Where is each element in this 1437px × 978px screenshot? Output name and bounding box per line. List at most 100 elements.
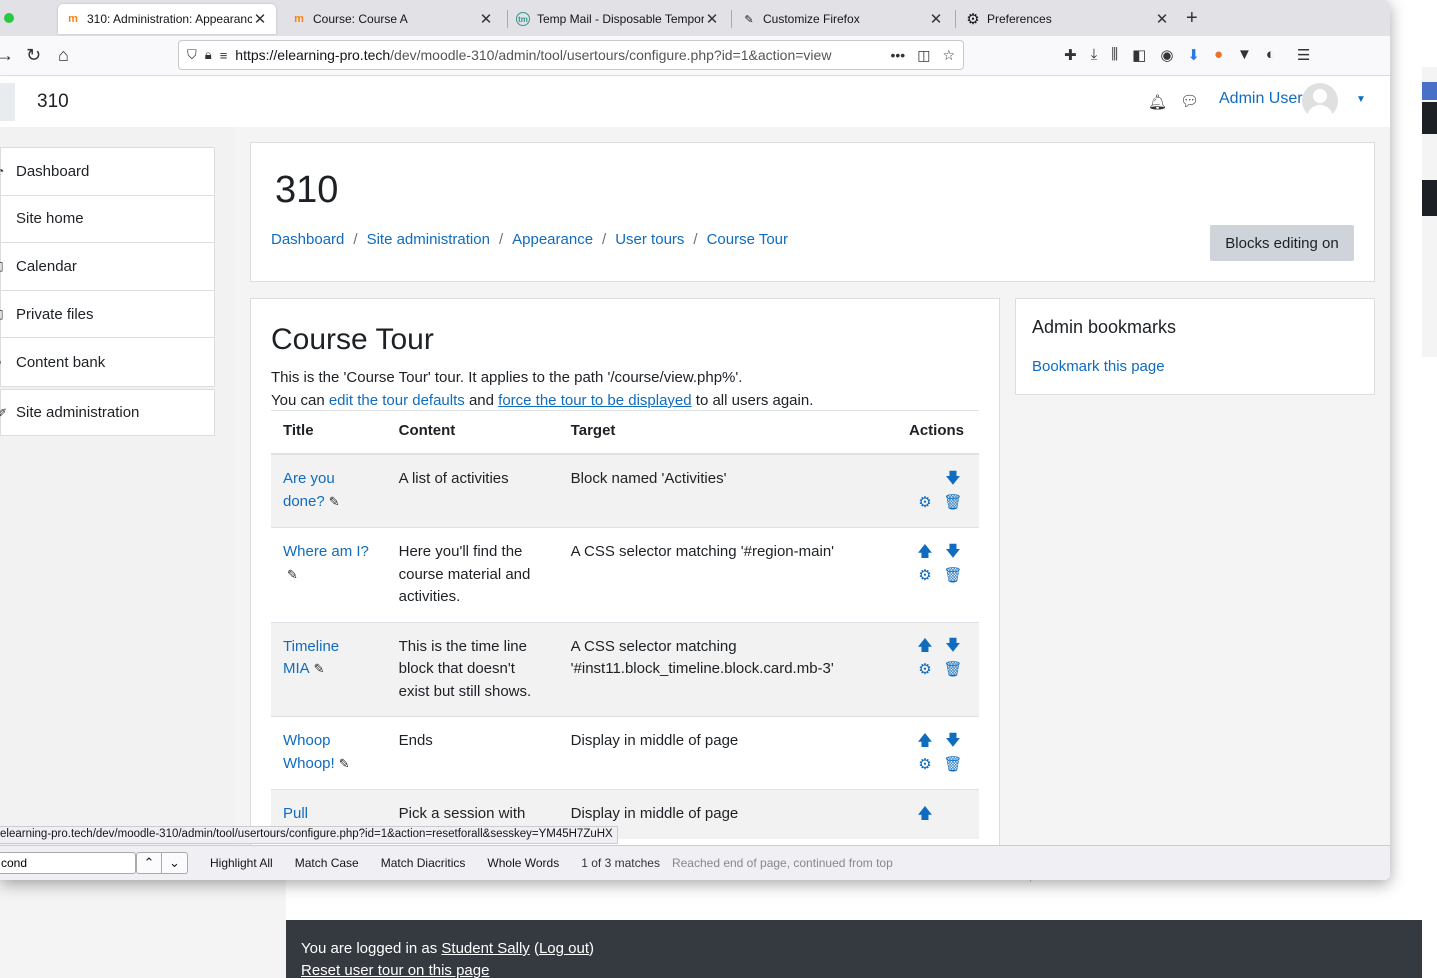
tab-temp-mail[interactable]: tm Temp Mail - Disposable Temporary ✕ xyxy=(508,4,728,34)
step-title-link[interactable]: Timeline MIA xyxy=(283,638,339,678)
site-name[interactable]: 310 xyxy=(37,91,69,113)
match-diacritics-toggle[interactable]: Match Diacritics xyxy=(381,856,466,870)
background-edge-accent xyxy=(1422,82,1437,100)
force-tour-link[interactable]: force the tour to be displayed xyxy=(498,392,691,409)
pencil-icon[interactable]: ✎ xyxy=(329,494,340,509)
reset-user-tour-link[interactable]: Reset user tour on this page xyxy=(301,962,489,978)
extension-icon[interactable]: ● xyxy=(1214,46,1223,64)
breadcrumb-user-tours[interactable]: User tours xyxy=(615,231,684,248)
messages-icon[interactable]: 💬︎ xyxy=(1180,92,1199,110)
user-menu-name[interactable]: Admin User xyxy=(1219,90,1303,108)
nav-item-private-files[interactable]: ▯ Private files xyxy=(0,291,214,339)
address-bar[interactable]: ⛉ 🔒︎ ≡ https://elearning-pro.tech/dev/mo… xyxy=(178,40,964,70)
step-title-link[interactable]: Pull xyxy=(283,805,308,822)
move-up-icon[interactable]: 🡅 xyxy=(911,541,939,563)
home-icon[interactable]: ⌂ xyxy=(58,45,69,66)
move-down-icon[interactable]: 🡇 xyxy=(939,468,967,490)
trash-icon[interactable]: 🗑︎ xyxy=(939,565,967,587)
gear-icon[interactable]: ⚙ xyxy=(911,492,939,514)
drawer-toggle-button[interactable] xyxy=(0,83,15,121)
move-down-icon[interactable]: 🡇 xyxy=(939,730,967,752)
background-drawer xyxy=(0,880,286,978)
close-tab-icon[interactable]: ✕ xyxy=(928,10,944,28)
download-extension-icon[interactable]: ⬇ xyxy=(1187,46,1200,64)
table-row: Timeline MIA ✎ This is the time line bloc… xyxy=(271,621,979,717)
background-edge-dark xyxy=(1422,180,1437,216)
extension-icon[interactable]: ◐ xyxy=(1266,46,1275,64)
match-case-toggle[interactable]: Match Case xyxy=(295,856,359,870)
breadcrumb-course-tour[interactable]: Course Tour xyxy=(707,231,788,248)
browser-window: m 310: Administration: Appearance ✕ m Co… xyxy=(0,0,1390,880)
reload-icon[interactable]: ↻ xyxy=(26,45,41,66)
background-content xyxy=(286,880,1422,920)
extensions-icon[interactable]: ✚ xyxy=(1064,46,1077,64)
pencil-icon[interactable]: ✎ xyxy=(287,567,298,582)
find-next-button[interactable]: ⌄ xyxy=(162,852,188,874)
pencil-icon[interactable]: ✎ xyxy=(314,661,325,676)
close-tab-icon[interactable]: ✕ xyxy=(704,10,720,28)
move-up-icon[interactable]: 🡅 xyxy=(911,803,939,825)
nav-item-site-administration[interactable]: ✐ Site administration xyxy=(0,389,215,436)
pocket-icon[interactable]: ◫ xyxy=(917,47,930,64)
breadcrumb-dashboard[interactable]: Dashboard xyxy=(271,231,344,248)
column-header-content: Content xyxy=(386,410,559,455)
trash-icon[interactable]: 🗑︎ xyxy=(939,754,967,776)
bookmark-star-icon[interactable]: ☆ xyxy=(942,47,955,64)
tab-course-a[interactable]: m Course: Course A ✕ xyxy=(284,4,502,34)
blocks-editing-button[interactable]: Blocks editing on xyxy=(1210,225,1354,261)
tab-preferences[interactable]: ⚙ Preferences ✕ xyxy=(958,4,1178,34)
downloads-icon[interactable]: ⤓ xyxy=(1091,46,1098,64)
page-actions-icon[interactable]: ••• xyxy=(890,47,905,64)
new-tab-icon[interactable]: + xyxy=(1186,7,1198,30)
move-down-icon[interactable]: 🡇 xyxy=(939,636,967,658)
tab-administration[interactable]: m 310: Administration: Appearance ✕ xyxy=(58,4,276,34)
close-tab-icon[interactable]: ✕ xyxy=(1154,10,1170,28)
calendar-icon: ▯ xyxy=(0,259,4,274)
footer-user-link[interactable]: Student Sally xyxy=(441,940,529,957)
gear-icon[interactable]: ⚙ xyxy=(911,565,939,587)
gear-icon[interactable]: ⚙ xyxy=(911,660,939,682)
pencil-icon[interactable]: ✎ xyxy=(339,756,350,771)
page-title: 310 xyxy=(275,169,339,211)
nav-item-site-home[interactable]: Site home xyxy=(1,196,214,244)
find-previous-button[interactable]: ⌃ xyxy=(136,852,162,874)
library-icon[interactable]: ⫼ xyxy=(1111,46,1118,64)
bookmark-page-link[interactable]: Bookmark this page xyxy=(1032,358,1165,375)
window-zoom-button[interactable] xyxy=(4,13,14,23)
chevron-down-icon[interactable]: ▼ xyxy=(1356,94,1366,105)
move-up-icon[interactable]: 🡅 xyxy=(911,636,939,658)
account-icon[interactable]: ◉ xyxy=(1160,46,1173,64)
trash-icon[interactable]: 🗑︎ xyxy=(939,492,967,514)
whole-words-toggle[interactable]: Whole Words xyxy=(487,856,559,870)
trash-icon[interactable]: 🗑︎ xyxy=(939,660,967,682)
step-title-link[interactable]: Where am I? xyxy=(283,543,369,560)
menu-icon[interactable]: ☰ xyxy=(1297,46,1310,64)
page-footer: You are logged in as Student Sally (Log … xyxy=(286,920,1422,978)
footer-logout-link[interactable]: Log out xyxy=(539,940,589,957)
close-tab-icon[interactable]: ✕ xyxy=(478,10,494,28)
nav-item-content-bank[interactable]: ▪Content bank xyxy=(0,338,214,386)
edit-tour-defaults-link[interactable]: edit the tour defaults xyxy=(329,392,465,409)
tab-customize-firefox[interactable]: ✎ Customize Firefox ✕ xyxy=(734,4,952,34)
tour-main-region: Course Tour This is the 'Course Tour' to… xyxy=(250,298,1000,858)
gear-icon[interactable]: ⚙ xyxy=(911,754,939,776)
step-title-link[interactable]: Whoop Whoop! xyxy=(283,732,335,772)
highlight-all-toggle[interactable]: Highlight All xyxy=(210,856,273,870)
breadcrumb-appearance[interactable]: Appearance xyxy=(512,231,593,248)
move-up-icon[interactable]: 🡅 xyxy=(911,730,939,752)
close-tab-icon[interactable]: ✕ xyxy=(252,10,268,28)
tab-strip: m 310: Administration: Appearance ✕ m Co… xyxy=(0,0,1390,36)
move-down-icon[interactable]: 🡇 xyxy=(939,541,967,563)
nav-item-calendar[interactable]: ▯ Calendar xyxy=(0,243,214,291)
forward-icon[interactable]: → xyxy=(0,45,14,66)
notifications-icon[interactable]: 🔔︎ xyxy=(1148,93,1167,111)
nav-item-dashboard[interactable]: ◔ Dashboard xyxy=(0,148,214,196)
sidebar-icon[interactable]: ◧ xyxy=(1132,46,1146,64)
avatar[interactable] xyxy=(1302,83,1338,119)
breadcrumb-site-administration[interactable]: Site administration xyxy=(367,231,490,248)
brush-icon: ✎ xyxy=(744,13,754,26)
filter-extension-icon[interactable]: ▼ xyxy=(1237,46,1252,64)
find-input[interactable] xyxy=(0,852,136,874)
tour-description: This is the 'Course Tour' tour. It appli… xyxy=(271,369,814,409)
step-title-link[interactable]: Are you done? xyxy=(283,470,335,510)
